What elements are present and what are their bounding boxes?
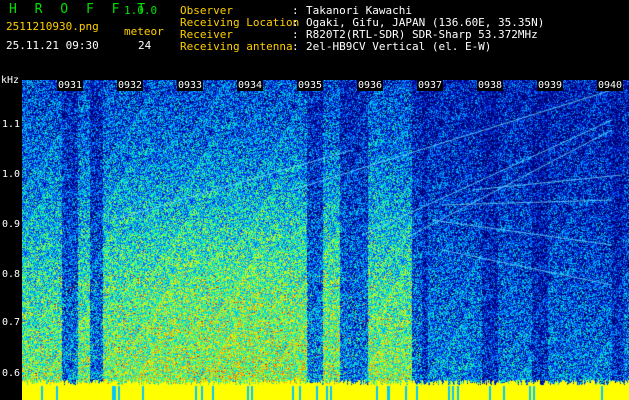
y-tick-label: 1.1 [2, 119, 21, 130]
file-name: 2511210930.png [6, 20, 99, 33]
x-tick-label: 0938 [477, 80, 504, 91]
y-tick-label: 0.8 [2, 269, 21, 280]
antenna-value: 2el-HB9CV Vertical (el. E-W) [306, 40, 492, 53]
app-version: 1.0.0 [124, 4, 158, 17]
antenna-label: Receiving antenna [180, 40, 293, 53]
date-time: 25.11.21 09:30 [6, 39, 99, 52]
x-tick-label: 0939 [537, 80, 564, 91]
meteor-label: meteor [124, 25, 164, 38]
y-tick-label: 1.0 [2, 169, 21, 180]
y-tick-label: 0.6 [2, 368, 21, 379]
y-tick-label: 0.9 [2, 219, 21, 230]
x-tick-label: 0935 [297, 80, 324, 91]
y-axis-unit: kHz [1, 75, 20, 86]
x-tick-label: 0933 [177, 80, 204, 91]
spectrogram-image [22, 80, 629, 400]
x-tick-label: 0936 [357, 80, 384, 91]
antenna-sep: : [292, 40, 299, 53]
x-tick-label: 0940 [597, 80, 624, 91]
x-tick-label: 0931 [57, 80, 84, 91]
y-tick-label: 0.7 [2, 317, 21, 328]
meteor-count: 24 [138, 39, 152, 52]
x-tick-label: 0937 [417, 80, 444, 91]
x-tick-label: 0932 [117, 80, 144, 91]
x-tick-label: 0934 [237, 80, 264, 91]
